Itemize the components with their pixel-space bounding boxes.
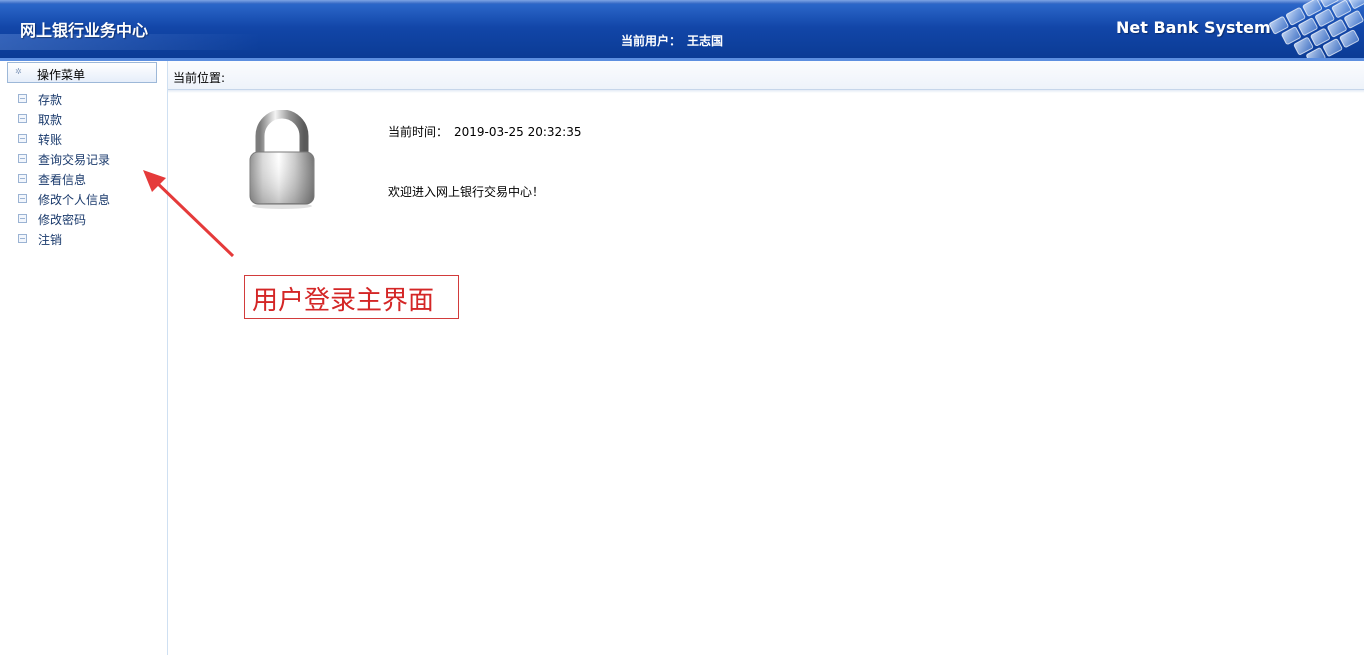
current-user-name: 王志国: [687, 34, 724, 48]
netbank-app: 网上银行业务中心 当前用户： 王志国 Net Bank System ✲ 操作菜…: [0, 0, 1364, 655]
tree-leaf-icon: [18, 174, 27, 183]
menu-item-label[interactable]: 转账: [38, 131, 62, 148]
menu-item-label[interactable]: 存款: [38, 91, 62, 108]
menu-item-label[interactable]: 修改个人信息: [38, 191, 110, 208]
annotation-label-text: 用户登录主界面: [252, 286, 435, 316]
padlock-icon: [249, 110, 315, 209]
menu-header[interactable]: ✲ 操作菜单: [7, 62, 157, 83]
current-user-display: 当前用户： 王志国: [621, 32, 723, 49]
annotation-arrow-icon: [143, 170, 235, 258]
keyboard-graphic-icon: [1269, 0, 1364, 61]
menu-item-label[interactable]: 修改密码: [38, 211, 86, 228]
tree-leaf-icon: [18, 214, 27, 223]
sidebar: ✲ 操作菜单 存款 取款 转账 查询交易记录 查看信息 修改个人信息 修改密码 …: [0, 61, 168, 655]
current-time-row: 当前时间： 2019-03-25 20:32:35: [388, 123, 581, 140]
menu-item-label[interactable]: 注销: [38, 231, 62, 248]
main-content: 当前位置: 当前时间： 2019-03-25 20:32:35 欢迎进入网上银行…: [168, 61, 1364, 655]
tree-leaf-icon: [18, 94, 27, 103]
menu-header-icon: ✲: [15, 67, 22, 76]
annotation-label-box: 用户登录主界面: [244, 275, 459, 319]
menu-item-label[interactable]: 查看信息: [38, 171, 86, 188]
tree-leaf-icon: [18, 154, 27, 163]
current-user-label: 当前用户：: [621, 34, 682, 48]
menu-item-transaction-history[interactable]: 查询交易记录: [0, 149, 166, 169]
banner-top-strip: [0, 0, 1364, 4]
tree-leaf-icon: [18, 114, 27, 123]
menu-item-label[interactable]: 取款: [38, 111, 62, 128]
site-title: 网上银行业务中心: [20, 21, 149, 40]
system-name: Net Bank System: [1116, 18, 1271, 37]
current-time-value: 2019-03-25 20:32:35: [454, 125, 582, 139]
top-banner: 网上银行业务中心 当前用户： 王志国 Net Bank System: [0, 0, 1364, 61]
tree-leaf-icon: [18, 234, 27, 243]
menu-header-label: 操作菜单: [37, 68, 86, 82]
menu-item-label[interactable]: 查询交易记录: [38, 151, 110, 168]
tree-leaf-icon: [18, 194, 27, 203]
location-bar: 当前位置:: [168, 61, 1364, 90]
location-label: 当前位置:: [173, 71, 226, 85]
location-bar-shadow: [168, 90, 1364, 93]
menu-item-transfer[interactable]: 转账: [0, 129, 166, 149]
menu-item-withdraw[interactable]: 取款: [0, 109, 166, 129]
current-time-label: 当前时间：: [388, 125, 449, 139]
tree-leaf-icon: [18, 134, 27, 143]
menu-item-deposit[interactable]: 存款: [0, 89, 166, 109]
welcome-message: 欢迎进入网上银行交易中心！: [388, 185, 545, 199]
